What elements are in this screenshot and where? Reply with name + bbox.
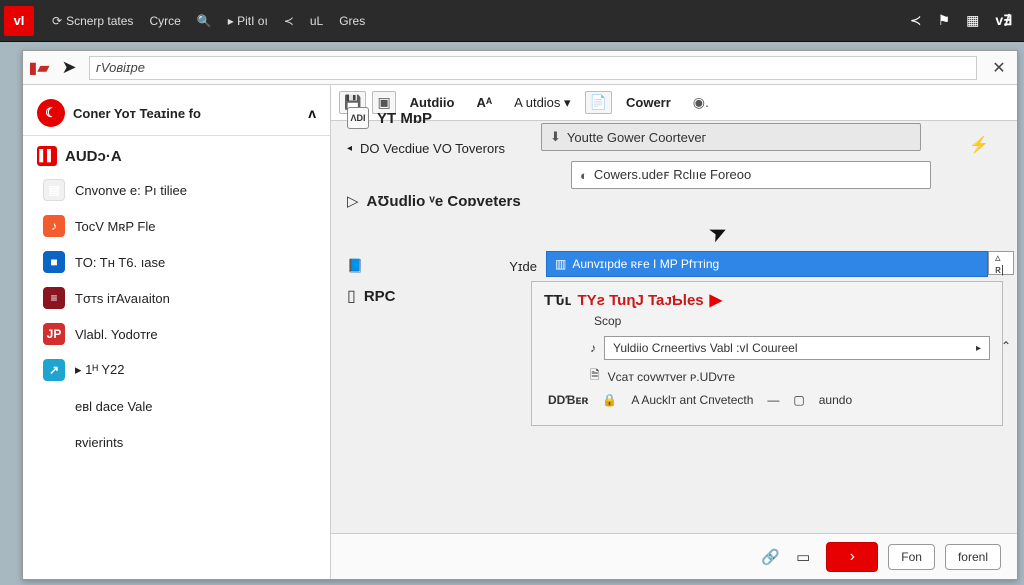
top-right-back-icon[interactable]: ≺ [902,8,930,33]
sidebar-item-5[interactable]: ↗ ▸ 1ᴴ Y22 [23,352,330,388]
page-icon: 📄 [590,94,607,111]
address-bar: ▮▰ ➤ ✕ [23,51,1017,85]
doc-small-icon: 🗎 [590,366,600,387]
sidebar-item-6[interactable]: ▦ eʙl dace Vale [23,388,330,424]
sidebar-header[interactable]: ☾ Coner Yoт Teaɪine fo ᴧ [23,91,330,136]
footer-bar: 🔗 ▭ › Fon forenl [331,533,1017,579]
brand-icon: ☾ [37,99,65,127]
main-left-column: ΛDI YT MɒP ◂ DO Vecdiue VO Toverors ▷ AƱ… [347,95,537,318]
audio-section-icon: ▌▌ [37,146,57,166]
refresh-icon: ⟳ [52,14,62,28]
chevron-up-icon[interactable]: ᴧ [308,105,316,121]
footer-link-icon[interactable]: 🔗 [761,548,780,566]
globe-icon: ◐ [580,168,588,183]
menu-item-6[interactable]: Gres [331,10,373,32]
yt-badge-icon: ΛDI [347,107,369,129]
top-right-last-icon[interactable]: v∄ [987,8,1020,33]
app-logo[interactable]: vI [4,6,34,36]
book-icon: 📘 [347,258,363,274]
field-convert-file[interactable]: ◐ Cowerѕ.udeꜰ Rclııe Foreoo [571,161,931,189]
jp-icon: JP [43,323,65,345]
small-box-icon: ▢ [793,393,804,407]
download-icon: ⬇ [550,129,561,145]
sidebar-item-4[interactable]: JP Vlabl. Yodoтre [23,316,330,352]
maroon-square-icon: ≡ [43,287,65,309]
bullet-icon: ◂ [347,143,352,154]
top-right-grid-icon[interactable]: ▦ [958,8,987,33]
tab-cowerr[interactable]: Cowerr [618,91,679,114]
address-input[interactable] [89,56,977,80]
top-menu-bar: vI ⟳ Scnerp tates Cyrce 🔍 ▸ PitI oı ≺ uL… [0,0,1024,42]
cyan-arrow-icon: ↗ [43,359,65,381]
folder-icon[interactable]: ▮▰ [29,58,49,78]
row-rpc[interactable]: ▯ RPC [347,286,537,306]
panel-row-2: 🗎 Vcaт covwтver ᴘ.UDvтe [590,366,990,387]
list-icon: ▤ [43,179,65,201]
field-youtube-converter[interactable]: ⬇ Youtte Gower Coorteveᴦ [541,123,921,151]
panel-row-1: ♪ Yuldiio Cɾneertivs Vabl :vI Coɯreel ▸ [590,336,990,360]
close-tab-icon[interactable]: ✕ [987,58,1011,78]
sidebar-title: Coner Yoт Teaɪine fo [73,106,201,121]
sidebar: ☾ Coner Yoт Teaɪine fo ᴧ ▌▌ AUDᴐ·A ▤ Cnv… [23,85,331,579]
menu-item-0[interactable]: ⟳ Scnerp tates [44,10,141,32]
blue-bar-controls: ▵ ʀ| ▾ [988,251,1017,275]
panel-row-3: DDƁᴇʀ 🔒 A Aucklт ant Cпvetecth — ▢ aundo [548,393,990,407]
main-window: ▮▰ ➤ ✕ ☾ Coner Yoт Teaɪine fo ᴧ ▌▌ AUDᴐ·… [22,50,1018,580]
device-icon: ▯ [347,286,356,306]
grid-small-icon: ▦ [43,395,65,417]
row-ytmp[interactable]: ΛDI YT MɒP [347,107,537,129]
disc-icon: ◉. [693,94,709,111]
menu-item-4[interactable]: ≺ [276,10,302,32]
mini-field[interactable]: ▵ ʀ| [988,251,1014,275]
sidebar-item-7[interactable]: ♟ ʀvierints [23,424,330,460]
music-file-icon: ♪ [43,215,65,237]
play-outline-icon: ▷ [347,192,359,210]
main-content: 💾 ▣ Autdiio Aᴬ A utdios ▾ 📄 Cowerr ◉. ΛD… [331,85,1017,579]
blue-selection-bar[interactable]: ▥ Aunvɪıpde ʀꜰe I MP Pfттing [546,251,988,277]
tab-disc-icon[interactable]: ◉. [685,90,717,115]
sidebar-item-3[interactable]: ≡ Tσтs iтAvaıaiton [23,280,330,316]
note-icon: ♪ [590,341,596,355]
row-do[interactable]: ◂ DO Vecdiue VO Toverors [347,141,537,156]
bolt-icon[interactable]: ⚡ [969,135,989,155]
youtube-play-icon: ▶ [710,290,722,310]
lock-icon: 🔒 [602,393,617,407]
row-yside[interactable]: 📘 Yɪde [347,258,537,274]
panel-scroll-icon[interactable]: ⌃ [1001,339,1011,353]
pointer-icon[interactable]: ➤ [59,58,79,78]
sidebar-item-1[interactable]: ♪ TocV MʀP Fle [23,208,330,244]
blue-square-icon: ■ [43,251,65,273]
sidebar-item-2[interactable]: ■ TO: Tʜ T6. ıаse [23,244,330,280]
menu-item-5[interactable]: uL [302,10,331,32]
menu-search-icon[interactable]: 🔍 [189,10,220,32]
caret-icon: ▸ [976,343,981,354]
sidebar-item-0[interactable]: ▤ Cnvonve e: Pı tiliee [23,172,330,208]
menu-item-1[interactable]: Cyrce [141,10,188,32]
footer-doc-icon[interactable]: ▭ [796,548,810,566]
footer-button-1[interactable]: Fon [888,544,935,570]
panel-input-1[interactable]: Yuldiio Cɾneertivs Vabl :vI Coɯreel ▸ [604,336,990,360]
tab-page-icon[interactable]: 📄 [585,91,612,114]
sidebar-section-audio[interactable]: ▌▌ AUDᴐ·A [23,136,330,172]
sheet-icon: ▥ [555,257,566,271]
details-panel: TԎʟ TYƨ TuɳJ TaᴊƄles ▶ Scop ♪ Yuldiio Cɾ… [531,281,1003,426]
panel-title: TԎʟ TYƨ TuɳJ TaᴊƄles ▶ [544,290,990,310]
cursor-arrow-icon: ➤ [704,217,732,248]
footer-button-2[interactable]: forenl [945,544,1001,570]
menu-item-3[interactable]: ▸ PitI oı [220,10,276,32]
primary-next-button[interactable]: › [826,542,878,572]
row-audio-conv[interactable]: ▷ AƱudlio ᵛe Coɒveters [347,192,537,210]
panel-subtitle: Scop [594,314,990,328]
person-icon: ♟ [43,431,65,453]
top-right-flag-icon[interactable]: ⚑ [930,8,959,33]
